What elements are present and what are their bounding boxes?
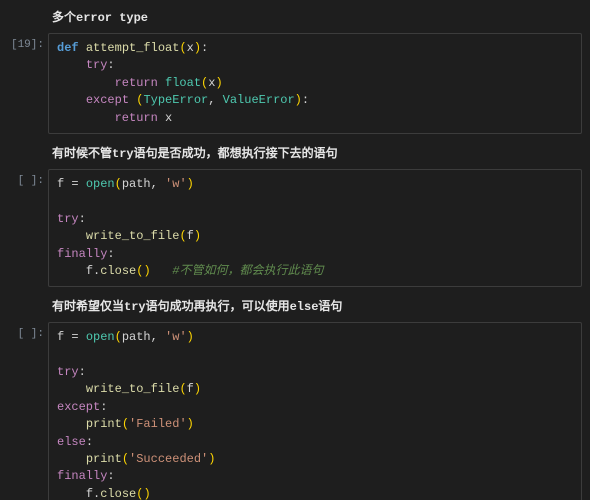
markdown-heading-1: 多个error type: [52, 8, 582, 25]
var-f: f: [187, 382, 194, 396]
var-path: path: [122, 177, 151, 191]
kw-finally: finally: [57, 247, 107, 261]
fn-name: attempt_float: [86, 41, 180, 55]
code-cell-2: [ ]: f = open(path, 'w') try: write_to_f…: [8, 169, 582, 287]
fn-open: open: [86, 177, 115, 191]
code-input-1[interactable]: def attempt_float(x): try: return float(…: [48, 33, 582, 134]
colon: :: [201, 41, 208, 55]
cell-prompt-1: [19]:: [8, 33, 48, 51]
fn-close: close: [100, 487, 136, 500]
markdown-heading-3: 有时希望仅当try语句成功再执行，可以使用else语句: [52, 297, 582, 314]
var-f: f: [86, 264, 93, 278]
colon: :: [107, 247, 114, 261]
paren: ): [143, 264, 150, 278]
fn-print: print: [86, 417, 122, 431]
paren: ): [295, 93, 302, 107]
op-eq: =: [64, 177, 86, 191]
kw-try: try: [86, 58, 108, 72]
fn-write: write_to_file: [86, 382, 180, 396]
err-value: ValueError: [223, 93, 295, 107]
code-cell-3: [ ]: f = open(path, 'w') try: write_to_f…: [8, 322, 582, 500]
fn-open: open: [86, 330, 115, 344]
cell-prompt-3: [ ]:: [8, 322, 48, 340]
var-path: path: [122, 330, 151, 344]
colon: :: [107, 58, 114, 72]
cell-prompt-2: [ ]:: [8, 169, 48, 187]
var-f: f: [187, 229, 194, 243]
comma: ,: [208, 93, 222, 107]
paren: ): [208, 452, 215, 466]
kw-except: except: [57, 400, 100, 414]
comma: ,: [151, 177, 165, 191]
fn-close: close: [100, 264, 136, 278]
str-failed: 'Failed': [129, 417, 187, 431]
code-cell-1: [19]: def attempt_float(x): try: return …: [8, 33, 582, 134]
code-pre-1: def attempt_float(x): try: return float(…: [57, 40, 573, 127]
kw-return: return: [115, 76, 158, 90]
paren: ): [187, 330, 194, 344]
err-type: TypeError: [143, 93, 208, 107]
fn-write: write_to_file: [86, 229, 180, 243]
str-succeeded: 'Succeeded': [129, 452, 208, 466]
kw-except: except: [86, 93, 129, 107]
colon: :: [79, 365, 86, 379]
colon: :: [86, 435, 93, 449]
comma: ,: [151, 330, 165, 344]
paren: (: [179, 229, 186, 243]
paren: ): [143, 487, 150, 500]
arg-x: x: [187, 41, 194, 55]
str-mode: 'w': [165, 330, 187, 344]
paren: (: [122, 417, 129, 431]
colon: :: [100, 400, 107, 414]
paren: ): [215, 76, 222, 90]
colon: :: [79, 212, 86, 226]
fn-float: float: [165, 76, 201, 90]
kw-def: def: [57, 41, 79, 55]
code-input-2[interactable]: f = open(path, 'w') try: write_to_file(f…: [48, 169, 582, 287]
kw-else: else: [57, 435, 86, 449]
code-pre-3: f = open(path, 'w') try: write_to_file(f…: [57, 329, 573, 500]
paren: (: [115, 177, 122, 191]
comment: #不管如何，都会执行此语句: [172, 264, 323, 278]
paren: ): [194, 229, 201, 243]
colon: :: [107, 469, 114, 483]
kw-try: try: [57, 212, 79, 226]
kw-finally: finally: [57, 469, 107, 483]
paren: ): [194, 41, 201, 55]
kw-return: return: [115, 111, 158, 125]
var-x: x: [165, 111, 172, 125]
code-pre-2: f = open(path, 'w') try: write_to_file(f…: [57, 176, 573, 280]
kw-try: try: [57, 365, 79, 379]
paren: ): [194, 382, 201, 396]
paren: ): [187, 417, 194, 431]
paren: (: [179, 382, 186, 396]
fn-print: print: [86, 452, 122, 466]
op-eq: =: [64, 330, 86, 344]
markdown-heading-2: 有时候不管try语句是否成功，都想执行接下去的语句: [52, 144, 582, 161]
paren: (: [115, 330, 122, 344]
code-input-3[interactable]: f = open(path, 'w') try: write_to_file(f…: [48, 322, 582, 500]
str-mode: 'w': [165, 177, 187, 191]
colon: :: [302, 93, 309, 107]
paren: (: [122, 452, 129, 466]
paren: (: [179, 41, 186, 55]
var-f: f: [86, 487, 93, 500]
notebook-page: 多个error type [19]: def attempt_float(x):…: [0, 0, 590, 500]
paren: ): [187, 177, 194, 191]
